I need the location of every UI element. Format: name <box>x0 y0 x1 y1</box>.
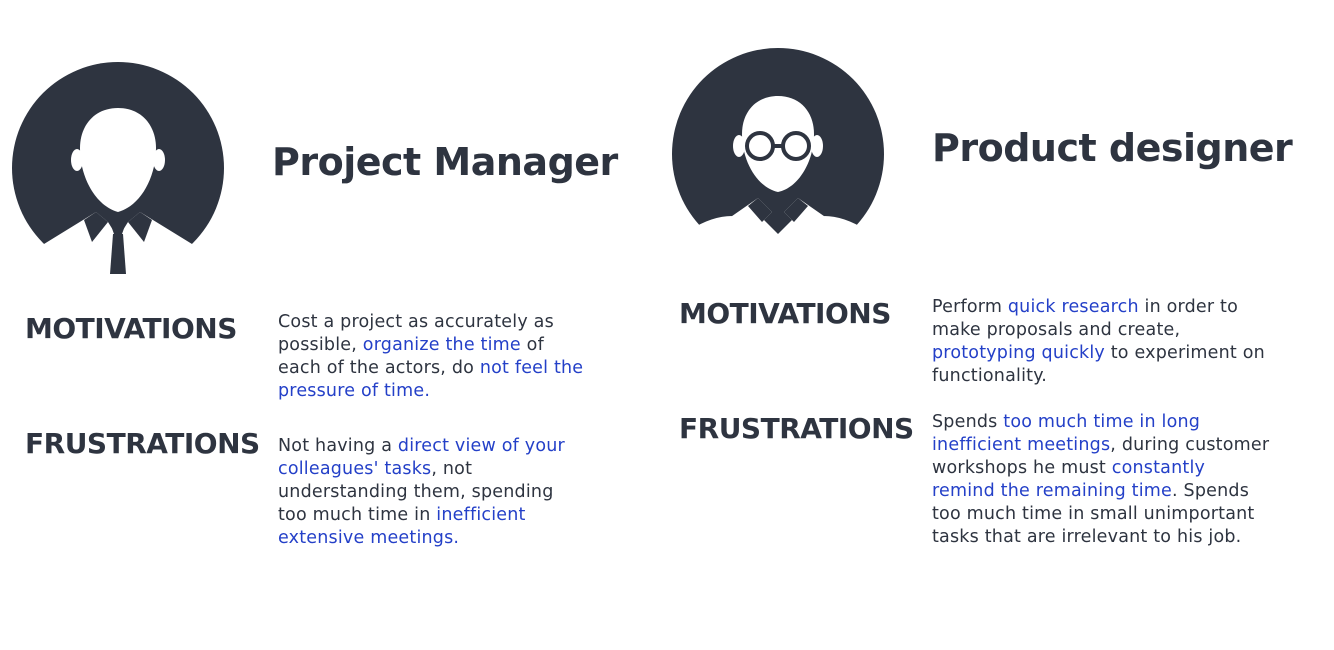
designer-avatar-icon <box>672 48 884 260</box>
persona-card-product-designer: Product designer MOTIVATIONS Perform qui… <box>660 0 1334 650</box>
motivations-heading: MOTIVATIONS <box>679 297 891 330</box>
frustrations-heading: FRUSTRATIONS <box>25 427 260 460</box>
frustrations-text: Not having a direct view of your colleag… <box>278 436 565 548</box>
motivations-heading: MOTIVATIONS <box>25 312 237 345</box>
motivations-text: Perform quick research in order to make … <box>932 297 1265 386</box>
persona-title: Project Manager <box>272 140 618 184</box>
persona-card-project-manager: Project Manager MOTIVATIONS Cost a proje… <box>0 0 650 650</box>
persona-title: Product designer <box>932 126 1293 170</box>
manager-avatar-icon <box>12 62 224 274</box>
motivations-highlight: organize the time <box>362 335 521 355</box>
frustrations-heading: FRUSTRATIONS <box>679 412 914 445</box>
motivations-text: Cost a project as accurately as possible… <box>278 312 584 401</box>
motivations-highlight: quick research <box>1007 297 1139 317</box>
frustrations-text: Spends too much time in long inefficient… <box>932 412 1270 547</box>
motivations-highlight: prototyping quickly <box>932 343 1105 363</box>
